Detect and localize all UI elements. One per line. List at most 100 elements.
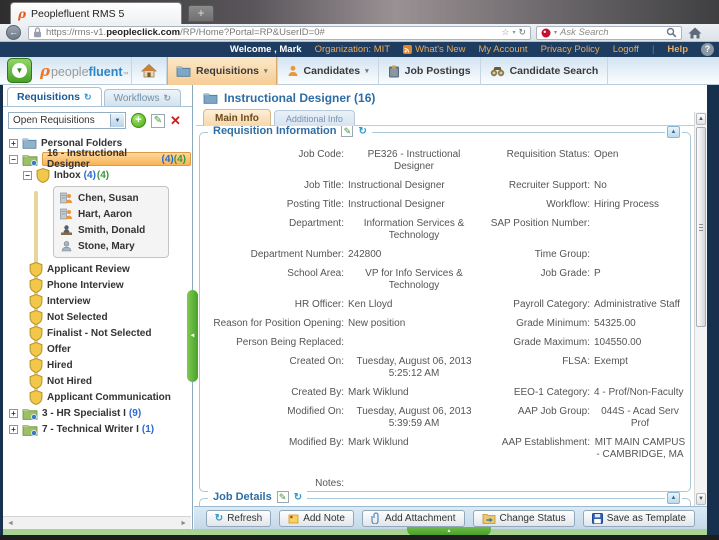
- select-caret-icon[interactable]: ▼: [110, 114, 124, 127]
- add-note-button[interactable]: Add Note: [279, 510, 354, 527]
- welcome-text: Welcome , Mark: [230, 44, 302, 55]
- field-value: Ken Lloyd: [348, 299, 480, 311]
- refresh-icon[interactable]: ↻: [164, 93, 172, 104]
- nav-home-tab[interactable]: [132, 57, 167, 85]
- add-folder-button[interactable]: +: [131, 113, 146, 128]
- field-value: No: [594, 180, 686, 192]
- collapse-icon[interactable]: −: [23, 171, 32, 180]
- bookmark-star-icon[interactable]: ☆: [501, 27, 509, 38]
- tree-item-hr-specialist[interactable]: + 3 - HR Specialist I (9): [3, 405, 191, 421]
- candidate-row[interactable]: Smith, Donald: [54, 222, 168, 238]
- content-vertical-scrollbar[interactable]: ▲ ▼: [694, 112, 707, 506]
- field-value: Instructional Designer: [348, 180, 480, 192]
- selected-requisition[interactable]: 16 - Instructional Designer (4)(4): [42, 152, 191, 166]
- search-engine-dropdown-icon[interactable]: ▾: [554, 29, 557, 36]
- app-launcher-button[interactable]: ▼: [7, 58, 32, 83]
- scrollbar-thumb[interactable]: [696, 127, 706, 327]
- logoff-link[interactable]: Logoff: [613, 44, 639, 55]
- help-link[interactable]: Help: [667, 44, 688, 55]
- scroll-left-icon[interactable]: ◄: [7, 520, 14, 527]
- tree-stage[interactable]: Interview: [3, 293, 191, 309]
- nav-candidates-tab[interactable]: Candidates ▾: [278, 57, 379, 85]
- urlbar-dropdown-icon[interactable]: ▾: [512, 29, 515, 36]
- expand-icon[interactable]: +: [9, 425, 18, 434]
- scroll-right-icon[interactable]: ►: [180, 520, 187, 527]
- address-bar[interactable]: https://rms-v1.peopleclick.com/RP/Home?P…: [28, 26, 531, 40]
- collapse-icon[interactable]: −: [9, 155, 18, 164]
- search-input[interactable]: ▾ Ask Search: [536, 26, 682, 40]
- nav-requisitions-tab[interactable]: Requisitions ▾: [167, 57, 278, 85]
- section-title: Job Details: [213, 491, 272, 503]
- candidate-row[interactable]: Hart, Aaron: [54, 206, 168, 222]
- requisition-folder-icon: [22, 407, 38, 420]
- tree-stage[interactable]: Applicant Communication: [3, 389, 191, 405]
- tab-main-info[interactable]: Main Info: [203, 109, 271, 126]
- reload-icon[interactable]: ↻: [518, 27, 526, 38]
- tree-stage[interactable]: Not Hired: [3, 373, 191, 389]
- tree-item-instructional-designer[interactable]: − 16 - Instructional Designer (4)(4): [3, 151, 191, 167]
- tree-stage[interactable]: Applicant Review: [3, 261, 191, 277]
- sidebar-tab-workflows[interactable]: Workflows↻: [104, 89, 181, 106]
- tree-stage[interactable]: Phone Interview: [3, 277, 191, 293]
- help-icon[interactable]: ?: [701, 43, 714, 56]
- ask-logo-icon: [541, 28, 551, 38]
- delete-folder-button[interactable]: ✕: [170, 114, 181, 127]
- tree-stage[interactable]: Hired: [3, 357, 191, 373]
- field-value: Mark Wiklund: [348, 387, 480, 399]
- edit-section-icon[interactable]: ✎: [341, 125, 353, 137]
- field-value: MIT MAIN CAMPUS - CAMBRIDGE, MA: [594, 437, 686, 461]
- browser-tab[interactable]: ρ Peoplefluent RMS 5: [10, 2, 182, 24]
- tree-stage[interactable]: Offer: [3, 341, 191, 357]
- rss-icon: [403, 45, 412, 54]
- field-value: 54325.00: [594, 318, 686, 330]
- whats-new-link[interactable]: What's New: [415, 44, 465, 55]
- refresh-section-icon[interactable]: ↻: [294, 492, 302, 503]
- sidebar-horizontal-scrollbar[interactable]: ◄ ►: [3, 516, 191, 529]
- section-collapse-button[interactable]: ▲: [665, 126, 682, 138]
- browser-tab-title: Peoplefluent RMS 5: [31, 8, 124, 20]
- field-value: Exempt: [594, 356, 686, 368]
- candidate-row[interactable]: Stone, Mary: [54, 238, 168, 254]
- search-icon[interactable]: [666, 27, 677, 38]
- nav-candidate-search-tab[interactable]: Candidate Search: [481, 57, 609, 85]
- new-tab-button[interactable]: +: [188, 5, 214, 22]
- tree-item-technical-writer[interactable]: + 7 - Technical Writer I (1): [3, 421, 191, 437]
- tab-additional-info[interactable]: Additional Info: [274, 110, 355, 126]
- clipboard-icon: [388, 65, 400, 78]
- back-button[interactable]: ←: [6, 25, 21, 40]
- folder-icon: [22, 137, 37, 149]
- note-icon: [288, 513, 299, 524]
- add-attachment-button[interactable]: Add Attachment: [362, 510, 465, 527]
- tree-stage[interactable]: Finalist - Not Selected: [3, 325, 191, 341]
- welcome-bar: Welcome , Mark Organization: MIT What's …: [0, 42, 719, 57]
- section-collapse-button[interactable]: ▲: [665, 492, 682, 504]
- sidebar-tab-requisitions[interactable]: Requisitions↻: [7, 87, 102, 106]
- scroll-up-icon[interactable]: ▲: [696, 113, 706, 125]
- privacy-policy-link[interactable]: Privacy Policy: [541, 44, 600, 55]
- sidebar-collapse-handle[interactable]: ◄: [187, 290, 198, 382]
- candidate-row[interactable]: Chen, Susan: [54, 190, 168, 206]
- requisition-information-section: Requisition Information ✎ ↻ ▲ Job Code: …: [199, 132, 691, 492]
- save-as-template-button[interactable]: Save as Template: [583, 510, 695, 527]
- tree-stage[interactable]: Not Selected: [3, 309, 191, 325]
- field-label: [484, 468, 590, 478]
- main-area: Requisitions↻ Workflows↻ Open Requisitio…: [3, 85, 707, 529]
- refresh-button[interactable]: ↻ Refresh: [206, 510, 271, 527]
- scroll-down-icon[interactable]: ▼: [696, 493, 706, 505]
- my-account-link[interactable]: My Account: [478, 44, 527, 55]
- divider: [3, 106, 192, 107]
- tree-item-inbox[interactable]: − Inbox (4)(4): [3, 167, 191, 183]
- requisition-filter-select[interactable]: Open Requisitions ▼: [8, 112, 126, 129]
- refresh-section-icon[interactable]: ↻: [358, 126, 366, 137]
- edit-folder-button[interactable]: ✎: [151, 114, 165, 128]
- field-value: Mark Wiklund: [348, 437, 480, 449]
- edit-section-icon[interactable]: ✎: [277, 491, 289, 503]
- change-status-button[interactable]: Change Status: [473, 510, 575, 527]
- nav-job-postings-tab[interactable]: Job Postings: [379, 57, 481, 85]
- field-label: Department Number:: [210, 249, 344, 261]
- refresh-icon[interactable]: ↻: [84, 92, 92, 103]
- expand-icon[interactable]: +: [9, 409, 18, 418]
- expand-icon[interactable]: +: [9, 139, 18, 148]
- separator: |: [652, 44, 654, 55]
- browser-home-button[interactable]: [688, 27, 702, 39]
